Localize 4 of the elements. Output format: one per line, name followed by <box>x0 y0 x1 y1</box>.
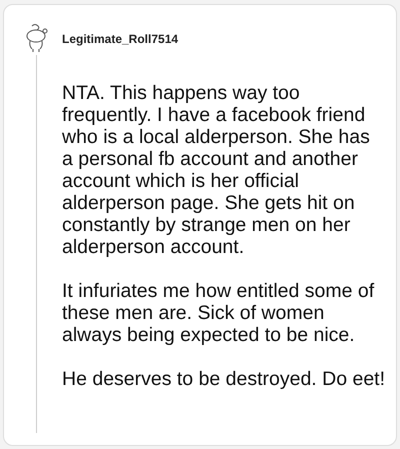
comment-paragraph: It infuriates me how entitled some of these men are. Sick of women always being expected to be nice. <box>62 280 376 346</box>
comment-paragraph: NTA. This happens way too frequently. I have a facebook friend who is a local alderperson. She has a personal fb account and another account which is her official alderperson page. She gets hit on constantly by strange men on her alderperson account. <box>62 82 371 258</box>
comment-paragraph: He deserves to be destroyed. Do eet! <box>62 368 386 390</box>
username[interactable]: Legitimate_Roll7514 <box>62 32 386 46</box>
